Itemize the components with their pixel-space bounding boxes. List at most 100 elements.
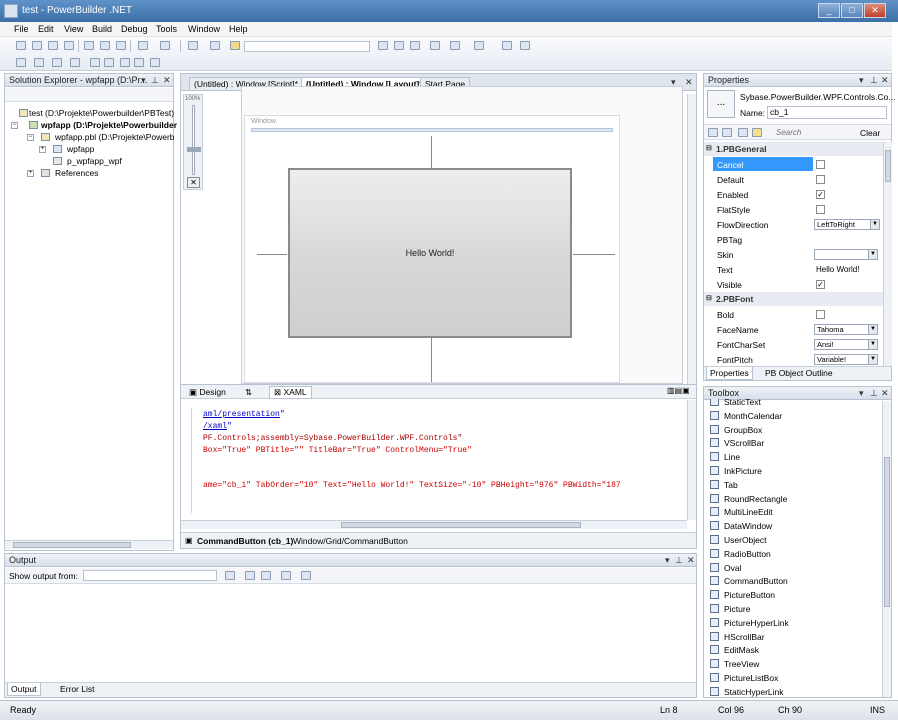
- add-item-icon[interactable]: [32, 41, 42, 50]
- property-row[interactable]: FaceName Tahoma ▼: [704, 322, 885, 337]
- tree-item-solution[interactable]: test (D:\Projekte\Powerbuilder\PBTest): [29, 108, 174, 118]
- output-pin-icon[interactable]: ⊥: [675, 555, 683, 566]
- toolbox-vscroll[interactable]: [882, 401, 891, 697]
- menu-build[interactable]: Build: [92, 24, 112, 34]
- toolbox-item[interactable]: StaticHyperLink: [710, 686, 784, 697]
- zoom-slider[interactable]: 100% ✕: [183, 94, 203, 190]
- designer-vscroll[interactable]: [687, 94, 696, 384]
- scroll-thumb[interactable]: [13, 542, 131, 548]
- tab-pb-object-outline[interactable]: PB Object Outline: [762, 368, 836, 378]
- configuration-combo[interactable]: [244, 41, 370, 52]
- toolbox-item[interactable]: TreeView: [710, 659, 759, 669]
- toolbox-item[interactable]: UserObject: [710, 535, 767, 545]
- word-wrap-icon[interactable]: [301, 571, 311, 580]
- menu-edit[interactable]: Edit: [38, 24, 54, 34]
- tab-error-list[interactable]: Error List: [57, 684, 97, 694]
- clear-search-button[interactable]: Clear: [860, 128, 880, 138]
- alphabetical-icon[interactable]: [722, 128, 732, 137]
- property-checkbox[interactable]: ✓: [816, 280, 825, 289]
- property-row[interactable]: FlowDirection LeftToRight ▼: [704, 217, 885, 232]
- properties-view-icon[interactable]: [738, 128, 748, 137]
- prev-message-icon[interactable]: [245, 571, 255, 580]
- tab-properties[interactable]: Properties: [706, 367, 753, 380]
- collapse-icon-2[interactable]: −: [27, 134, 34, 141]
- property-checkbox[interactable]: [816, 160, 825, 169]
- find-message-icon[interactable]: [225, 571, 235, 580]
- props-vscroll[interactable]: [883, 142, 892, 366]
- copy-icon[interactable]: [100, 41, 110, 50]
- object-button[interactable]: ...: [707, 90, 735, 118]
- zoom-reset-icon[interactable]: ✕: [187, 177, 200, 188]
- toolbox-item[interactable]: RoundRectangle: [710, 493, 787, 504]
- props-pin-icon[interactable]: ⊥: [870, 75, 878, 86]
- xaml-editor[interactable]: aml/presentation" /xaml" PF.Controls;ass…: [181, 400, 687, 520]
- property-row[interactable]: FlatStyle: [704, 202, 885, 217]
- property-category[interactable]: ⊟ 2.PBFont: [704, 292, 885, 306]
- property-dropdown[interactable]: LeftToRight ▼: [814, 219, 880, 230]
- collapse-icon[interactable]: −: [11, 122, 18, 129]
- maximize-button[interactable]: □: [841, 3, 863, 18]
- send-back-icon[interactable]: [104, 58, 114, 67]
- align-icon[interactable]: [16, 58, 26, 67]
- dropdown-arrow-icon[interactable]: ▼: [868, 355, 877, 364]
- settings-icon[interactable]: [450, 41, 460, 50]
- swap-panes-icon[interactable]: ⇅: [245, 387, 252, 398]
- navigate-forward-icon[interactable]: [210, 41, 220, 50]
- undo-icon[interactable]: [138, 41, 148, 50]
- menu-help[interactable]: Help: [229, 24, 248, 34]
- code-hscroll[interactable]: [181, 520, 687, 529]
- toolbox-item[interactable]: RadioButton: [710, 548, 771, 559]
- name-field[interactable]: cb_1: [767, 106, 887, 119]
- property-row[interactable]: Bold: [704, 307, 885, 322]
- collapse-category-icon[interactable]: ⊟: [706, 294, 712, 302]
- collapse-category-icon[interactable]: ⊟: [706, 144, 712, 152]
- run-icon[interactable]: [410, 41, 420, 50]
- tree-item-references[interactable]: References: [55, 168, 98, 178]
- toolbox-item[interactable]: Picture: [710, 604, 750, 614]
- toolbox-item[interactable]: PictureButton: [710, 590, 775, 600]
- autohide-icon[interactable]: ⊥: [151, 75, 159, 86]
- close-button[interactable]: ✕: [864, 3, 886, 18]
- close-doc-icon[interactable]: ✕: [685, 77, 693, 88]
- toolbox-item[interactable]: MultiLineEdit: [710, 507, 773, 517]
- split-icons[interactable]: ▥▤▣: [667, 386, 690, 395]
- toolbox-item[interactable]: VScrollBar: [710, 438, 764, 448]
- toolbox-item[interactable]: Oval: [710, 562, 741, 573]
- close-panel-icon[interactable]: ✕: [163, 75, 171, 86]
- output-source-combo[interactable]: [83, 570, 217, 581]
- next-message-icon[interactable]: [261, 571, 271, 580]
- toolbox-item[interactable]: CommandButton: [710, 576, 788, 586]
- menu-window[interactable]: Window: [188, 24, 220, 34]
- snap-icon[interactable]: [150, 58, 160, 67]
- menu-view[interactable]: View: [64, 24, 83, 34]
- database-icon[interactable]: [502, 41, 512, 50]
- property-row[interactable]: Enabled ✓: [704, 187, 885, 202]
- solution-hscroll[interactable]: [5, 540, 173, 549]
- code-vscroll[interactable]: [687, 400, 696, 520]
- tree-item-project[interactable]: p_wpfapp_wpf: [67, 156, 122, 166]
- toolbox-item[interactable]: StaticText: [710, 399, 761, 407]
- space-icon[interactable]: [52, 58, 62, 67]
- toolbox-item[interactable]: PictureHyperLink: [710, 617, 789, 628]
- debug-icon[interactable]: [474, 41, 484, 50]
- property-dropdown[interactable]: ▼: [814, 249, 878, 260]
- window-designer[interactable]: Window Hello World!: [244, 115, 620, 383]
- new-file-icon[interactable]: [16, 41, 26, 50]
- output-menu-icon[interactable]: ▾: [665, 555, 670, 566]
- toolbox-item[interactable]: InkPicture: [710, 466, 762, 476]
- menu-file[interactable]: File: [14, 24, 29, 34]
- expand-icon[interactable]: +: [39, 146, 46, 153]
- property-row[interactable]: Cancel: [704, 157, 885, 172]
- property-row[interactable]: Text Hello World!: [704, 262, 885, 277]
- property-row[interactable]: Skin ▼: [704, 247, 885, 262]
- property-checkbox[interactable]: [816, 205, 825, 214]
- cut-icon[interactable]: [84, 41, 94, 50]
- property-checkbox[interactable]: [816, 175, 825, 184]
- property-value[interactable]: Hello World!: [816, 265, 859, 274]
- dropdown-arrow-icon[interactable]: ▼: [868, 340, 877, 349]
- zoom-thumb[interactable]: [187, 147, 201, 152]
- property-checkbox[interactable]: [816, 310, 825, 319]
- breadcrumb-path[interactable]: Window/Grid/CommandButton: [293, 536, 408, 546]
- property-row[interactable]: Default: [704, 172, 885, 187]
- property-dropdown[interactable]: Tahoma ▼: [814, 324, 878, 335]
